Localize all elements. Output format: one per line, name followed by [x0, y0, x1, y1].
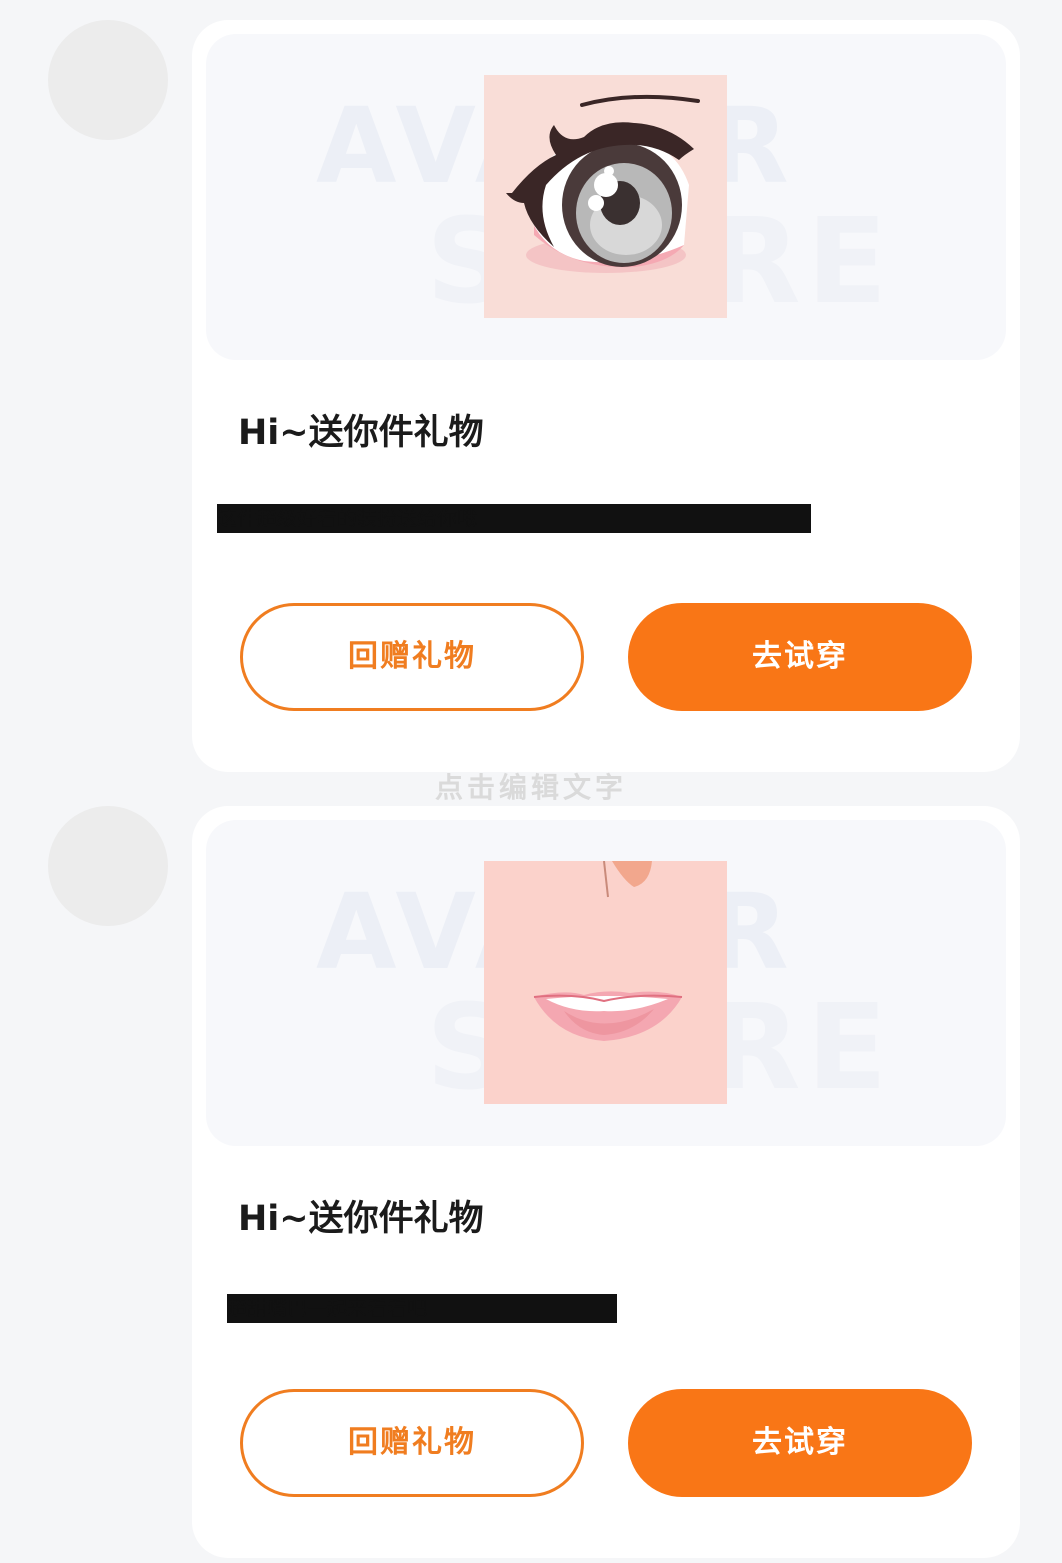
anime-mouth-icon: [484, 861, 727, 1104]
redacted-description: 超甜嘴巴一起来看看吧: [227, 1294, 617, 1323]
anime-eye-icon: [484, 75, 727, 318]
try-on-button[interactable]: 去试穿: [628, 603, 972, 711]
gift-card: AVATAR STORE Hi~送你件礼物 超甜嘴巴一起来看看吧 回赠礼物 去试…: [192, 806, 1020, 1558]
edit-text-hint[interactable]: 点击编辑文字: [0, 766, 1062, 806]
gift-preview-area[interactable]: AVATAR STORE: [206, 820, 1006, 1146]
gift-card: AVATAR STORE: [192, 20, 1020, 772]
return-gift-button[interactable]: 回赠礼物: [240, 603, 584, 711]
gift-title: Hi~送你件礼物: [238, 413, 484, 453]
sender-avatar[interactable]: [48, 20, 168, 140]
gift-preview-area[interactable]: AVATAR STORE: [206, 34, 1006, 360]
gift-title: Hi~送你件礼物: [238, 1199, 484, 1239]
return-gift-button[interactable]: 回赠礼物: [240, 1389, 584, 1497]
sender-avatar[interactable]: [48, 806, 168, 926]
redacted-description: 这件超级好看的装扮送给你哦: [217, 504, 811, 533]
try-on-button[interactable]: 去试穿: [628, 1389, 972, 1497]
